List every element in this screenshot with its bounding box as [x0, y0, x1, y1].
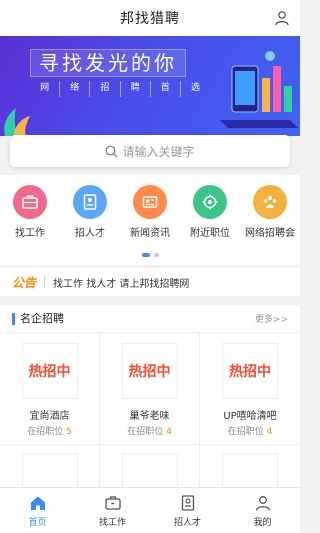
quick-links: 找工作 招人才 新闻资讯 附近职位 网络招聘会 — [0, 175, 300, 265]
notice-bar[interactable]: 公告 找工作 找人才 请上邦找招聘网 — [0, 268, 300, 296]
banner-sub-char: 络 — [59, 81, 89, 97]
tab-label: 首页 — [28, 517, 47, 528]
company-grid: 热招中 宜尚酒店 在招职位 5 热招中 巢爷老味 在招职位 4 热招中 UP嘻哈… — [0, 333, 300, 489]
people-icon — [263, 195, 277, 208]
section-title: 名企招聘 — [12, 312, 64, 325]
page-title: 邦找猎聘 — [120, 11, 180, 27]
bottom-tab-bar: 首页 找工作 招人才 我的 — [0, 487, 300, 533]
app-page: 邦找猎聘 寻找发光的你 网 络 招 聘 首 选 请输入关键字 找工作 招人才 新… — [0, 0, 300, 533]
company-card-partial[interactable] — [100, 445, 200, 489]
quick-link-circle — [13, 185, 47, 219]
company-logo: 热招中 — [21, 343, 78, 399]
tab-find-job[interactable]: 找工作 — [75, 488, 150, 533]
search-icon — [106, 145, 118, 157]
tab-label: 招人才 — [173, 517, 201, 528]
company-name: 宜尚酒店 — [29, 411, 70, 422]
quick-link-label: 新闻资讯 — [130, 228, 170, 239]
company-card[interactable]: 热招中 UP嘻哈清吧 在招职位 4 — [200, 333, 300, 445]
section-header: 名企招聘 更多>> — [0, 305, 300, 333]
search-box[interactable]: 请输入关键字 — [10, 135, 290, 167]
tab-home[interactable]: 首页 — [0, 488, 75, 533]
quick-link-nearby[interactable]: 附近职位 — [181, 185, 239, 239]
company-name: 巢爷老味 — [129, 411, 170, 422]
company-logo-partial — [222, 453, 278, 489]
quick-link-find-job[interactable]: 找工作 — [1, 185, 59, 239]
location-icon — [202, 194, 218, 210]
quick-link-label: 招人才 — [75, 228, 105, 239]
company-logo-partial — [121, 453, 178, 489]
quick-link-label: 找工作 — [15, 228, 45, 239]
briefcase-icon — [104, 495, 121, 510]
banner-sub-char: 聘 — [119, 81, 150, 97]
banner-subline: 网 络 招 聘 首 选 — [30, 81, 210, 97]
company-card-partial[interactable] — [200, 445, 300, 489]
carousel-dot-active[interactable] — [141, 253, 150, 257]
banner-sub-char: 选 — [179, 81, 210, 97]
user-icon[interactable] — [274, 10, 290, 26]
company-card[interactable]: 热招中 宜尚酒店 在招职位 5 — [0, 333, 100, 445]
tab-recruit[interactable]: 招人才 — [150, 488, 225, 533]
famous-companies: 名企招聘 更多>> 热招中 宜尚酒店 在招职位 5 热招中 巢爷老味 在招职位 … — [0, 305, 300, 490]
user-icon — [255, 495, 270, 511]
job-count: 在招职位 4 — [127, 424, 172, 437]
resume-icon — [83, 194, 97, 210]
job-count-label: 在招职位 — [127, 427, 164, 437]
job-count: 在招职位 5 — [27, 424, 72, 437]
promo-banner[interactable]: 寻找发光的你 网 络 招 聘 首 选 — [0, 36, 300, 136]
top-header: 邦找猎聘 — [0, 0, 300, 36]
leaf-decoration — [4, 108, 30, 136]
carousel-dots — [0, 253, 300, 257]
briefcase-icon — [22, 195, 38, 209]
quick-link-recruit[interactable]: 招人才 — [61, 185, 119, 239]
quick-link-label: 网络招聘会 — [245, 228, 295, 239]
more-link[interactable]: 更多>> — [255, 312, 288, 325]
company-name: UP嘻哈清吧 — [223, 411, 277, 422]
job-count-value: 4 — [166, 427, 172, 437]
tab-label: 找工作 — [98, 517, 126, 528]
notice-text: 找工作 找人才 请上邦找招聘网 — [53, 278, 190, 290]
company-logo-partial — [21, 453, 78, 489]
banner-sub-char: 首 — [149, 81, 180, 97]
quick-link-label: 附近职位 — [190, 228, 230, 239]
job-count-label: 在招职位 — [227, 427, 264, 437]
notice-divider — [44, 276, 46, 288]
job-count-value: 5 — [66, 427, 72, 437]
banner-headline: 寻找发光的你 — [30, 49, 186, 77]
quick-link-circle — [133, 185, 167, 219]
quick-link-circle — [193, 185, 227, 219]
home-icon — [30, 496, 45, 510]
company-logo: 热招中 — [222, 343, 278, 399]
notice-tag: 公告 — [12, 275, 37, 290]
company-card[interactable]: 热招中 巢爷老味 在招职位 4 — [100, 333, 200, 445]
resume-icon — [181, 494, 194, 511]
job-count-value: 4 — [266, 427, 273, 437]
quick-link-job-fair[interactable]: 网络招聘会 — [241, 185, 299, 239]
banner-sub-char: 招 — [89, 81, 119, 97]
search-placeholder: 请输入关键字 — [122, 144, 195, 159]
news-icon — [142, 196, 158, 208]
job-count: 在招职位 4 — [228, 424, 273, 437]
quick-link-circle — [253, 185, 287, 219]
tab-mine[interactable]: 我的 — [225, 488, 300, 533]
carousel-dot[interactable] — [153, 253, 159, 257]
banner-sub-char: 网 — [40, 83, 50, 93]
company-card-partial[interactable] — [0, 445, 100, 489]
tab-label: 我的 — [253, 517, 272, 528]
quick-link-circle — [73, 185, 107, 219]
phone-chart-illustration — [220, 51, 298, 128]
company-logo: 热招中 — [121, 343, 178, 399]
job-count-label: 在招职位 — [27, 427, 64, 437]
quick-link-news[interactable]: 新闻资讯 — [121, 185, 179, 239]
